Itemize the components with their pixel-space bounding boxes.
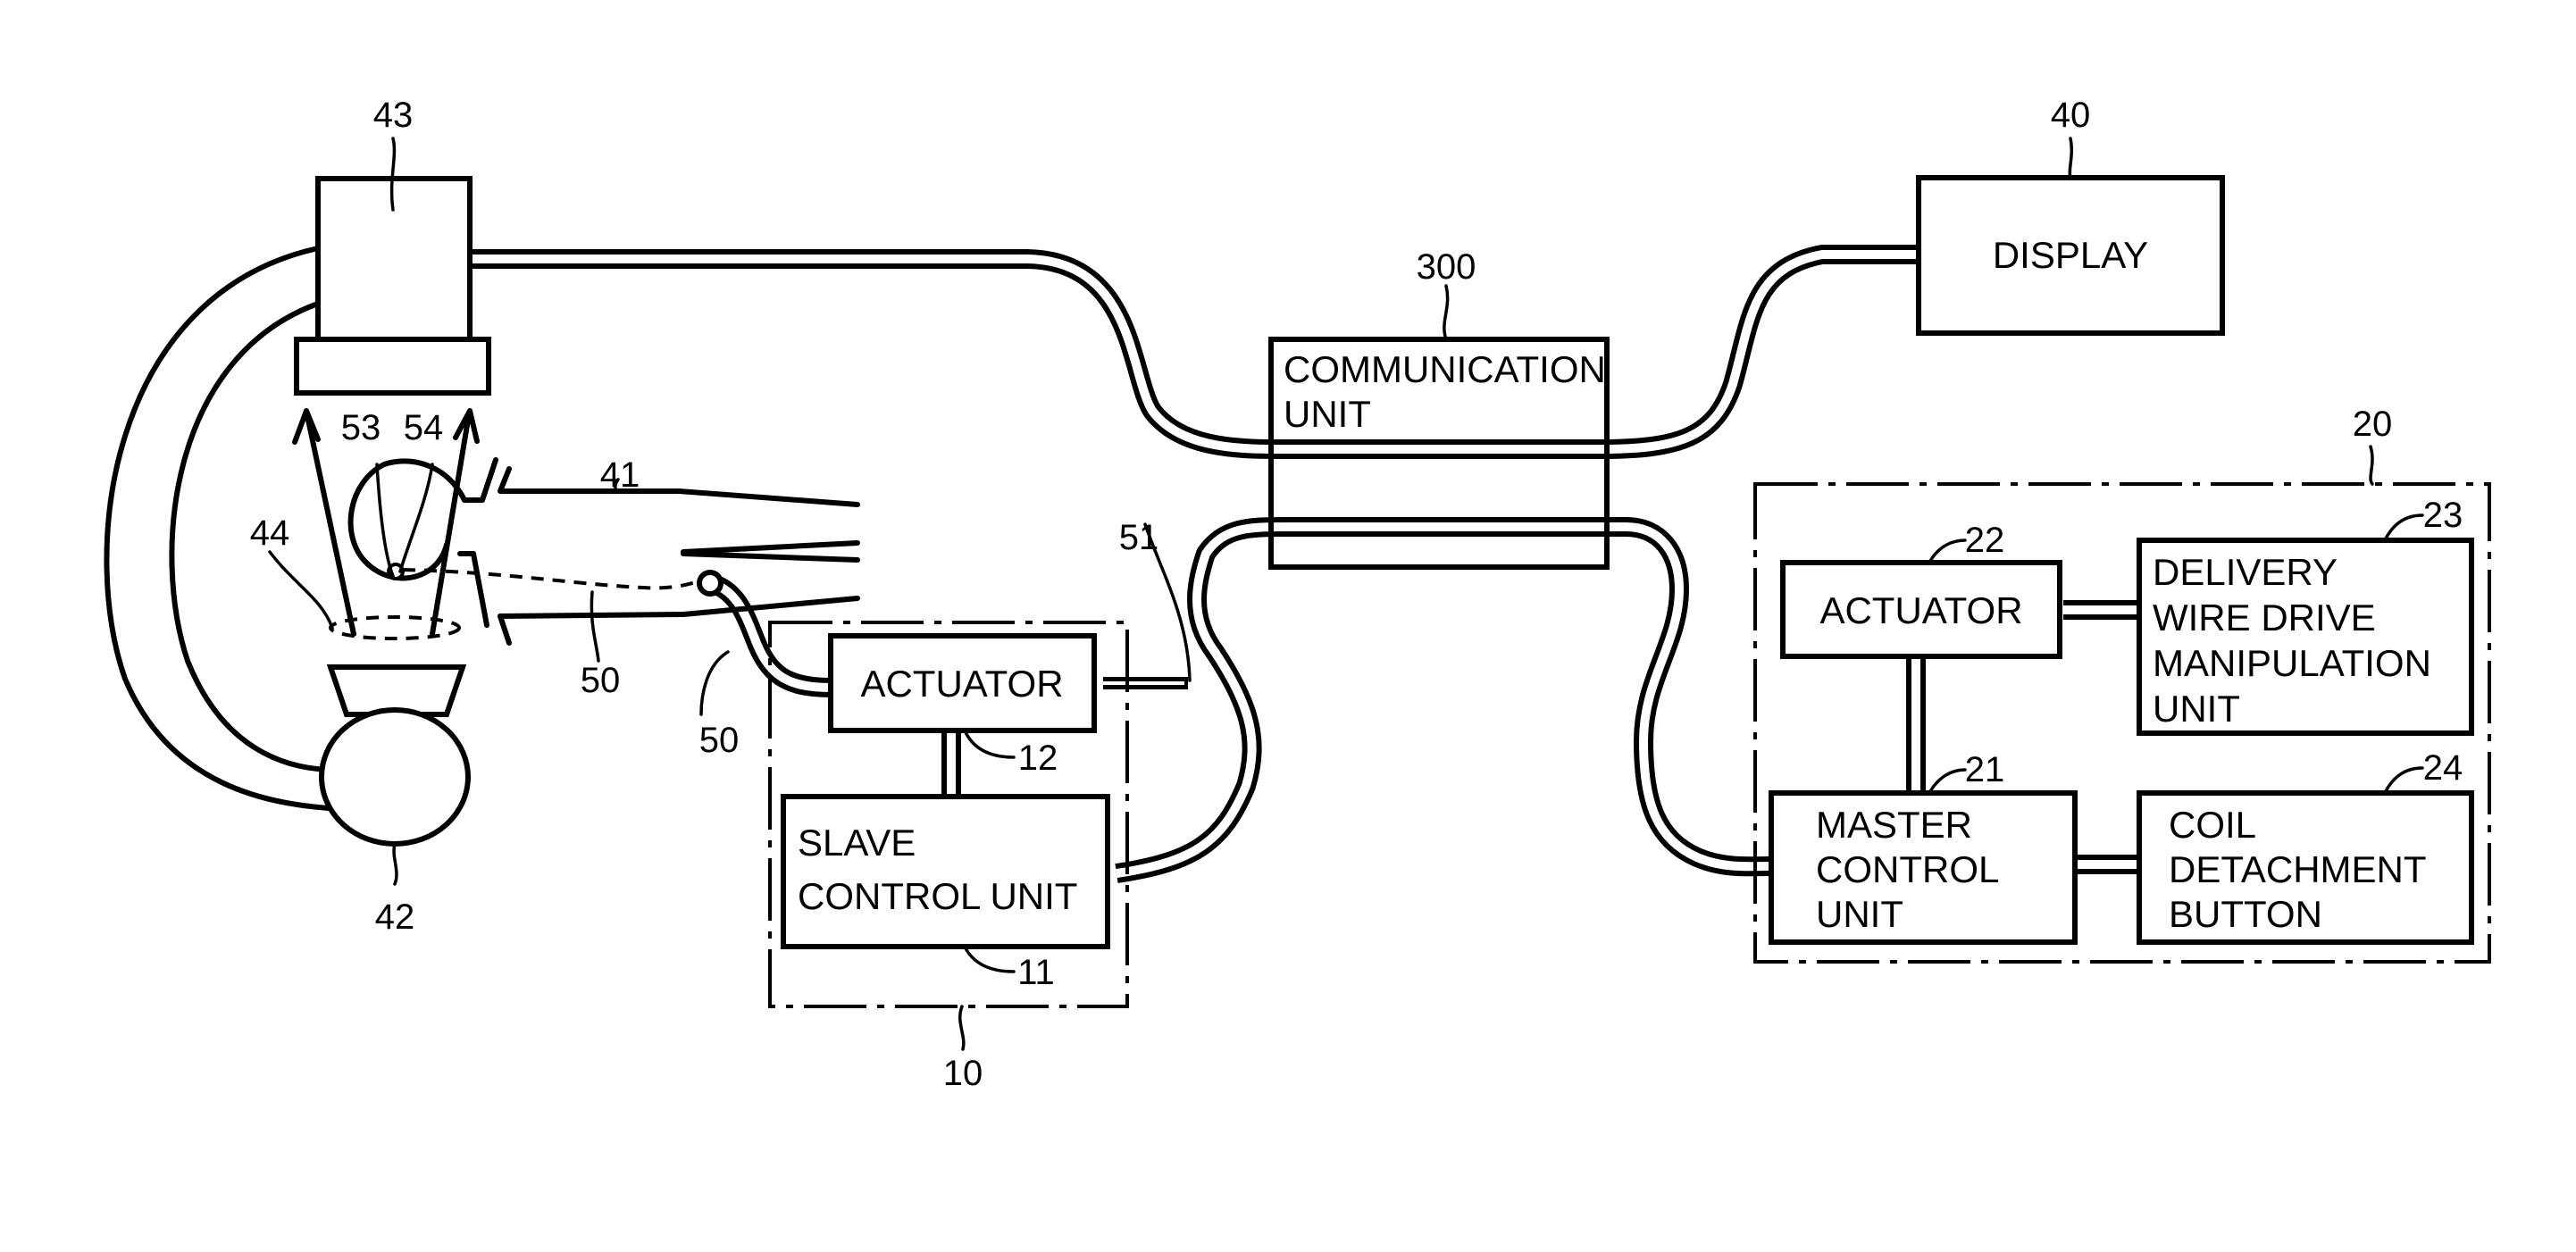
detector-plate: [294, 337, 491, 396]
ref-20: 20: [2353, 405, 2393, 444]
c-arm: [104, 246, 331, 811]
display-label: DISPLAY: [1993, 234, 2148, 276]
coil-button-line-3: BUTTON: [2169, 893, 2322, 935]
master-control-line-2: CONTROL: [1816, 848, 1999, 890]
master-control-line-3: UNIT: [1816, 893, 1903, 935]
master-control-line-1: MASTER: [1816, 804, 1972, 846]
ref-50-upper: 50: [581, 661, 621, 700]
ref-11: 11: [1017, 953, 1055, 992]
catheter-41: [498, 466, 860, 646]
ref-300: 300: [1417, 247, 1476, 287]
slave-control-unit-11: [781, 794, 1110, 949]
ref-23: 23: [2423, 496, 2463, 535]
master-actuator-label: ACTUATOR: [1819, 589, 2022, 631]
slave-actuator-label: ACTUATOR: [860, 663, 1063, 705]
cable-imaging-to-display: [472, 245, 1920, 459]
communication-unit-line-1: COMMUNICATION: [1284, 348, 1606, 390]
coil-button-line-2: DETACHMENT: [2169, 848, 2427, 890]
cable-slave-to-master: [1115, 517, 1769, 883]
xray-source-42: [319, 664, 471, 847]
delivery-line-2: WIRE DRIVE: [2153, 597, 2376, 639]
ref-41: 41: [600, 455, 640, 495]
communication-unit-line-2: UNIT: [1284, 393, 1371, 435]
ref-54: 54: [404, 408, 444, 447]
delivery-line-3: MANIPULATION: [2153, 642, 2431, 684]
ref-22: 22: [1965, 521, 2005, 560]
wire-tip: [697, 570, 723, 597]
delivery-wire-50: [402, 568, 702, 590]
ref-40: 40: [2051, 96, 2091, 135]
ref-10: 10: [943, 1054, 983, 1093]
aneurysm-53: [347, 457, 498, 628]
ref-43: 43: [373, 96, 414, 135]
ref-44: 44: [250, 513, 290, 553]
diagram-canvas: 43 42 41 44 53 54 50 50 10 51 12 11 10 3…: [104, 96, 2491, 1093]
ref-53: 53: [341, 408, 381, 447]
delivery-line-4: UNIT: [2153, 688, 2240, 730]
coil-button-line-1: COIL: [2169, 804, 2256, 846]
xray-beam-arrows: [292, 408, 480, 637]
ref-12: 12: [1018, 739, 1058, 778]
slave-control-line-1: SLAVE: [798, 822, 916, 864]
ref-21: 21: [1965, 750, 2005, 789]
ref-51-label: 51: [1119, 518, 1159, 557]
slave-control-line-2: CONTROL UNIT: [798, 875, 1077, 917]
ref-42: 42: [375, 897, 415, 937]
delivery-line-1: DELIVERY: [2153, 551, 2338, 593]
ref-50-lower: 50: [699, 721, 740, 760]
ref-24: 24: [2423, 748, 2463, 788]
